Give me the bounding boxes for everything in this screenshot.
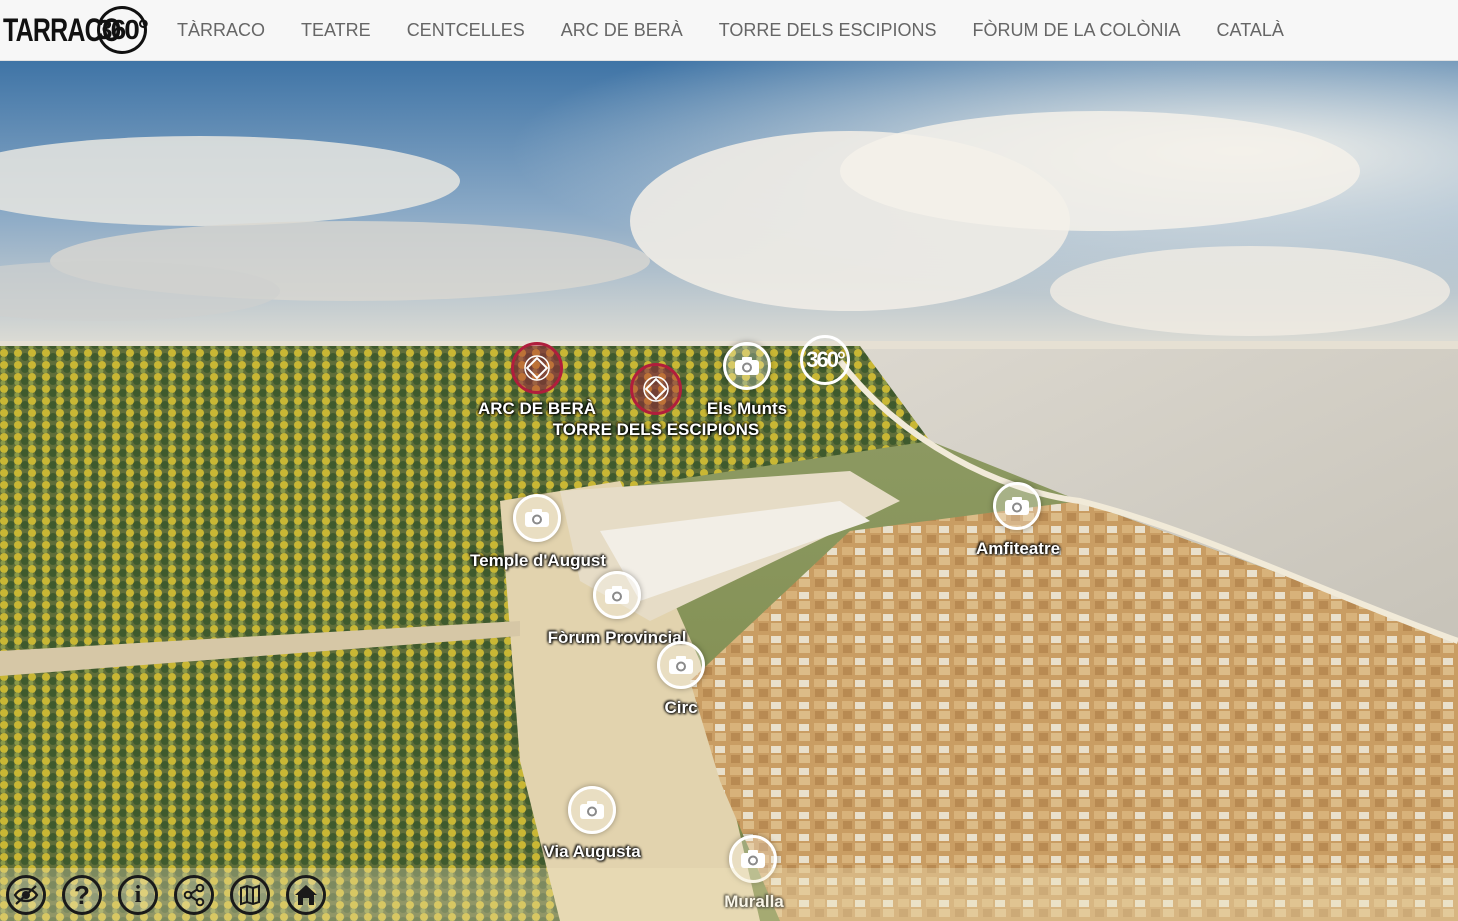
share-icon[interactable] <box>174 874 214 915</box>
hotspot-label-via-augusta: Via Augusta <box>543 842 641 861</box>
hide-hotspots-icon[interactable] <box>6 874 46 915</box>
nav-item-tarraco[interactable]: TÀRRACO <box>177 20 265 41</box>
nav-item-arc-de-bera[interactable]: ARC DE BERÀ <box>561 20 683 41</box>
hotspot-torre-dels-escipions[interactable] <box>630 363 682 415</box>
nav-item-torre-dels-escipions[interactable]: TORRE DELS ESCIPIONS <box>719 20 937 41</box>
nav-item-language[interactable]: CATALÀ <box>1217 20 1284 41</box>
hotspot-temple-august[interactable] <box>513 494 561 542</box>
main-nav: TÀRRACO TEATRE CENTCELLES ARC DE BERÀ TO… <box>159 20 1302 41</box>
hotspot-label-els-munts: Els Munts <box>706 399 788 418</box>
hotspot-circ[interactable] <box>657 641 705 689</box>
unesco-heritage-icon <box>511 342 563 394</box>
panorama-viewer[interactable]: ARC DE BERÀ TORRE DELS ESCIPIONS Els Mun… <box>0 61 1458 921</box>
camera-icon <box>568 786 616 834</box>
camera-icon <box>657 641 705 689</box>
hotspot-label-amfiteatre: Amfiteatre <box>975 539 1061 558</box>
logo-text: TARRACO <box>3 11 121 48</box>
hotspot-label-torre-dels-escipions: TORRE DELS ESCIPIONS <box>552 420 760 439</box>
top-navigation-bar: TARRACO 360° TÀRRACO TEATRE CENTCELLES A… <box>0 0 1458 61</box>
hotspot-360-view[interactable]: 360° <box>800 335 850 385</box>
hotspot-els-munts[interactable] <box>723 342 771 390</box>
camera-icon <box>513 494 561 542</box>
nav-item-forum-colonia[interactable]: FÒRUM DE LA COLÒNIA <box>973 20 1181 41</box>
camera-icon <box>993 482 1041 530</box>
hotspot-forum-provincial[interactable] <box>593 571 641 619</box>
hotspot-amfiteatre[interactable] <box>993 482 1041 530</box>
hotspot-label-temple-august: Temple d'August <box>470 551 606 570</box>
hotspot-label-arc-de-bera: ARC DE BERÀ <box>477 399 597 418</box>
view-360-icon: 360° <box>800 335 850 385</box>
camera-icon <box>723 342 771 390</box>
hotspot-via-augusta[interactable] <box>568 786 616 834</box>
nav-item-teatre[interactable]: TEATRE <box>301 20 371 41</box>
home-icon[interactable] <box>286 874 326 915</box>
info-icon[interactable]: i <box>118 874 158 915</box>
viewer-toolbar: ? i <box>0 868 1458 921</box>
nav-item-centcelles[interactable]: CENTCELLES <box>407 20 525 41</box>
camera-icon <box>593 571 641 619</box>
hotspot-arc-de-bera[interactable] <box>511 342 563 394</box>
unesco-heritage-icon <box>630 363 682 415</box>
help-icon[interactable]: ? <box>62 874 102 915</box>
aerial-panorama-image <box>0 61 1458 921</box>
map-icon[interactable] <box>230 874 270 915</box>
hotspot-label-circ: Circ <box>664 698 698 717</box>
tarraco360-logo[interactable]: TARRACO 360° <box>3 6 149 54</box>
